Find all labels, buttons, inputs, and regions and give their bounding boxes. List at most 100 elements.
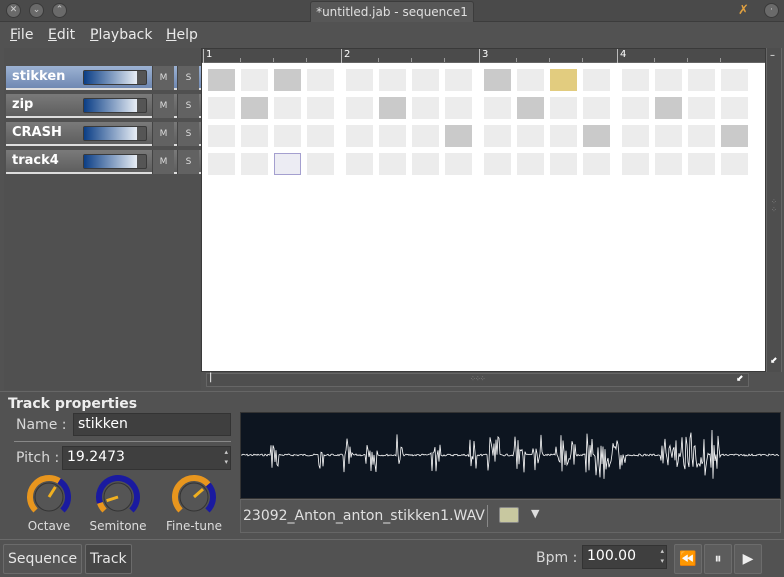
vertical-scrollbar[interactable]: – ⁘ ⁘ ⬋ (766, 48, 782, 372)
volume-slider[interactable] (83, 126, 147, 141)
step-cell[interactable] (517, 69, 544, 91)
mute-button[interactable]: M (152, 122, 174, 146)
rewind-button[interactable]: ⏪ (674, 544, 702, 574)
step-cell[interactable] (274, 69, 301, 91)
menu-edit[interactable]: Edit (48, 27, 75, 43)
menu-playback[interactable]: Playback (90, 27, 152, 43)
volume-slider[interactable] (83, 70, 147, 85)
minimize-window-button[interactable]: ⌄ (29, 3, 44, 18)
step-cell[interactable] (721, 69, 748, 91)
step-cell[interactable] (445, 97, 472, 119)
step-cell[interactable] (517, 125, 544, 147)
sequence-grid[interactable]: 1 2 3 4 (201, 48, 766, 372)
step-cell[interactable] (484, 97, 511, 119)
step-cell[interactable] (721, 97, 748, 119)
step-cell[interactable] (622, 153, 649, 175)
step-cell[interactable] (412, 125, 439, 147)
menu-file[interactable]: File (10, 27, 33, 43)
step-cell[interactable] (622, 97, 649, 119)
step-cell[interactable] (445, 69, 472, 91)
step-cell[interactable] (622, 125, 649, 147)
step-cell[interactable] (688, 97, 715, 119)
dropdown-arrow-icon[interactable]: ▼ (531, 507, 539, 520)
mute-button[interactable]: M (152, 66, 174, 90)
step-cell[interactable] (346, 153, 373, 175)
tab-track[interactable]: Track (85, 544, 132, 574)
step-cell[interactable] (412, 97, 439, 119)
solo-button[interactable]: S (177, 122, 199, 146)
track-row[interactable]: stikken M S (6, 66, 201, 90)
tab-sequence[interactable]: Sequence (3, 544, 83, 574)
step-cell[interactable] (241, 125, 268, 147)
step-cell[interactable] (346, 69, 373, 91)
step-cell[interactable] (208, 69, 235, 91)
step-cell[interactable] (412, 153, 439, 175)
step-cell[interactable] (346, 125, 373, 147)
step-cell[interactable] (379, 153, 406, 175)
scroll-left-icon[interactable]: | (209, 372, 212, 383)
step-cell[interactable] (721, 125, 748, 147)
spin-arrows-icon[interactable]: ▴ ▾ (224, 447, 228, 467)
step-cell[interactable] (307, 97, 334, 119)
step-cell[interactable] (655, 125, 682, 147)
step-cell[interactable] (583, 97, 610, 119)
step-cell[interactable] (274, 153, 301, 175)
track-row[interactable]: zip M S (6, 94, 201, 118)
pitch-spinbox[interactable]: 19.2473 ▴ ▾ (62, 446, 231, 470)
step-cell[interactable] (307, 69, 334, 91)
step-cell[interactable] (622, 69, 649, 91)
step-cell[interactable] (688, 69, 715, 91)
window-menu-button[interactable]: · (764, 3, 779, 18)
pause-button[interactable]: ⏸ (704, 544, 732, 574)
track-row[interactable]: CRASH M S (6, 122, 201, 146)
play-button[interactable]: ▶ (734, 544, 762, 574)
step-cell[interactable] (274, 125, 301, 147)
step-cell[interactable] (655, 97, 682, 119)
step-cell[interactable] (208, 153, 235, 175)
knob-semitone[interactable] (95, 474, 141, 520)
spin-arrows-icon[interactable]: ▴ ▾ (660, 546, 664, 566)
solo-button[interactable]: S (177, 66, 199, 90)
track-row[interactable]: track4 M S (6, 150, 201, 174)
step-cell[interactable] (346, 97, 373, 119)
step-cell[interactable] (241, 69, 268, 91)
step-cell[interactable] (517, 97, 544, 119)
step-cell[interactable] (307, 125, 334, 147)
horizontal-scrollbar[interactable]: | ⁘⁘⁘ ⬋ (206, 372, 749, 387)
step-cell[interactable] (445, 125, 472, 147)
step-cell[interactable] (655, 69, 682, 91)
step-cell[interactable] (583, 125, 610, 147)
step-cell[interactable] (241, 153, 268, 175)
step-cell[interactable] (484, 125, 511, 147)
step-cell[interactable] (484, 69, 511, 91)
knob-fine-tune[interactable] (171, 474, 217, 520)
step-cell[interactable] (379, 97, 406, 119)
solo-button[interactable]: S (177, 150, 199, 174)
step-cell[interactable] (550, 97, 577, 119)
solo-button[interactable]: S (177, 94, 199, 118)
mute-button[interactable]: M (152, 150, 174, 174)
step-cell[interactable] (721, 153, 748, 175)
menu-help[interactable]: Help (166, 27, 198, 43)
step-cell[interactable] (379, 125, 406, 147)
track-name-input[interactable]: stikken (73, 413, 231, 436)
step-cell[interactable] (208, 125, 235, 147)
scroll-up-icon[interactable]: – (770, 50, 775, 61)
folder-icon[interactable] (499, 507, 519, 523)
scroll-resize-icon[interactable]: ⬋ (770, 356, 778, 366)
step-cell[interactable] (688, 125, 715, 147)
bpm-spinbox[interactable]: 100.00 ▴ ▾ (582, 545, 667, 569)
step-cell[interactable] (484, 153, 511, 175)
step-cell[interactable] (550, 69, 577, 91)
step-cell[interactable] (274, 97, 301, 119)
step-cell[interactable] (412, 69, 439, 91)
step-cell[interactable] (208, 97, 235, 119)
step-cell[interactable] (379, 69, 406, 91)
volume-slider[interactable] (83, 98, 147, 113)
volume-slider[interactable] (83, 154, 147, 169)
step-cell[interactable] (688, 153, 715, 175)
step-cell[interactable] (550, 125, 577, 147)
step-cell[interactable] (517, 153, 544, 175)
step-cell[interactable] (445, 153, 472, 175)
step-cell[interactable] (583, 69, 610, 91)
